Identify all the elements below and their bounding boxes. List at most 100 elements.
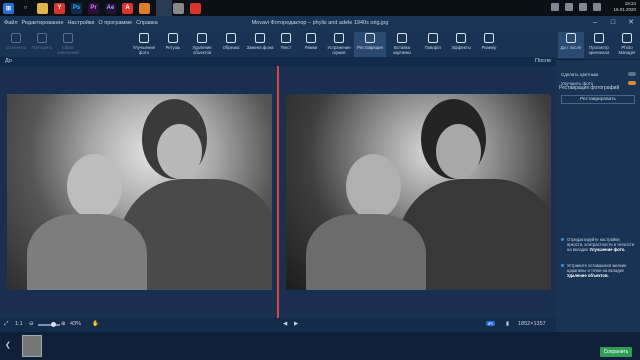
reset-label: Сброс изменений [57, 45, 79, 55]
after-label: После [534, 58, 551, 64]
keyboard-icon[interactable] [593, 3, 602, 11]
text-icon [281, 33, 291, 43]
before-after-label: До / после [560, 45, 582, 50]
view-original-label: Просмотр оригинала [588, 45, 610, 55]
crop-icon [226, 33, 236, 43]
before-label: До [5, 58, 12, 64]
colorize-label: Сделать цветным [561, 72, 599, 77]
tool-label: Вставка картинки [393, 45, 411, 55]
toolbar: Отменить Повторить Сброс изменений Улучш… [0, 30, 640, 60]
before-after-button[interactable]: До / после [558, 32, 584, 58]
after-effects-icon[interactable]: Ae [105, 2, 116, 14]
reset-button[interactable]: Сброс изменений [54, 32, 82, 58]
undo-label: Отменить [6, 45, 26, 50]
enhance-icon [139, 33, 149, 43]
tool-label: Рамки [304, 45, 318, 50]
zoom-slider-handle[interactable] [51, 322, 56, 327]
tip-enhance: Отредактируйте настройки яркости, контра… [561, 237, 635, 252]
image-thumbnail[interactable] [22, 335, 42, 357]
tool-restoration[interactable]: Реставрация [354, 32, 386, 58]
restoration-icon [365, 33, 375, 43]
tip-object-removal-link[interactable]: Удаление объектов. [567, 273, 609, 278]
resize-icon [484, 33, 494, 43]
save-button[interactable]: Сохранить [600, 347, 632, 357]
info-badge-icon[interactable]: iPI [486, 321, 495, 326]
background-icon [255, 33, 265, 43]
premiere-icon[interactable]: Pr [88, 2, 99, 14]
object-removal-icon [197, 33, 207, 43]
photo-manager-icon [622, 33, 632, 43]
tool-label: Поворот [424, 45, 442, 50]
tool-crop[interactable]: Обрезка [217, 32, 245, 58]
tool-label: Удаление объектов [192, 45, 212, 55]
view-original-button[interactable]: Просмотр оригинала [586, 32, 612, 58]
zoom-in-icon[interactable]: ⊕ [61, 321, 66, 327]
compare-label-bar: До После [0, 57, 556, 66]
unknown-app-icon[interactable] [173, 2, 184, 14]
zoom-slider[interactable] [38, 324, 60, 326]
actual-size-button[interactable]: 1:1 [15, 321, 23, 327]
image-canvas[interactable] [0, 66, 556, 318]
menu-bar: Файл Редактирование Настройки О программ… [0, 16, 640, 30]
acrobat-icon[interactable]: A [122, 2, 133, 14]
tool-retouch[interactable]: Ретушь [159, 32, 187, 58]
app-root: ⊞ ○ Y Ps Pr Ae A 19:24 16.01.2020 Файл Р… [0, 0, 640, 360]
filmstrip-prev-icon[interactable]: ❮ [5, 341, 11, 349]
redo-button[interactable]: Повторить [28, 32, 56, 58]
fit-screen-icon[interactable]: ⤢ [4, 321, 8, 328]
volume-icon[interactable] [579, 3, 588, 11]
woman-face [157, 124, 202, 179]
tool-background[interactable]: Замена фона [246, 32, 274, 58]
maximize-icon[interactable]: □ [604, 16, 622, 30]
colorize-toggle[interactable] [628, 72, 636, 76]
enhance-label: Улучшить фото [561, 81, 594, 86]
tool-frames[interactable]: Рамки [297, 32, 325, 58]
yandex-browser-icon[interactable]: Y [54, 2, 65, 14]
tool-enhance[interactable]: Улучшение фото [130, 32, 158, 58]
folder-icon[interactable] [37, 2, 48, 14]
denoise-icon [334, 33, 344, 43]
undo-button[interactable]: Отменить [2, 32, 30, 58]
movavi-photo-editor-icon[interactable] [190, 2, 201, 14]
zoom-out-icon[interactable]: ⊖ [29, 321, 34, 327]
tool-text[interactable]: Текст [272, 32, 300, 58]
close-icon[interactable]: ✕ [622, 16, 640, 30]
tool-denoise[interactable]: Устранение шумов [325, 32, 353, 58]
reset-icon [63, 33, 73, 43]
retouch-icon [168, 33, 178, 43]
tip-enhance-link[interactable]: Улучшение фото. [590, 247, 626, 252]
tool-rotate[interactable]: Поворот [419, 32, 447, 58]
tool-label: Обрезка [222, 45, 240, 50]
frames-icon [306, 33, 316, 43]
tool-resize[interactable]: Размер [475, 32, 503, 58]
before-photo [7, 94, 272, 290]
clock-date: 16.01.2020 [613, 7, 636, 12]
network-icon[interactable] [565, 3, 574, 11]
hand-tool-icon[interactable]: ✋ [92, 321, 99, 327]
windows-icon[interactable]: ⊞ [3, 2, 14, 14]
tool-effects[interactable]: Эффекты [447, 32, 475, 58]
enhance-toggle[interactable] [628, 81, 636, 85]
child-body [27, 214, 147, 290]
tool-insert-image[interactable]: Вставка картинки [388, 32, 416, 58]
photo-manager-button[interactable]: Photo Manager [614, 32, 640, 58]
clock[interactable]: 19:24 16.01.2020 [613, 1, 636, 13]
photoshop-icon[interactable]: Ps [71, 2, 82, 14]
redo-label: Повторить [31, 45, 53, 50]
taskbar: ⊞ ○ Y Ps Pr Ae A 19:24 16.01.2020 [0, 0, 640, 16]
tool-label: Эффекты [451, 45, 471, 50]
prev-image-icon[interactable]: ◀ [283, 321, 287, 327]
next-image-icon[interactable]: ▶ [294, 321, 298, 327]
minimize-icon[interactable]: – [586, 16, 604, 30]
tool-object-removal[interactable]: Удаление объектов [188, 32, 216, 58]
delete-icon[interactable]: ▮ [506, 321, 509, 327]
firefox-icon[interactable] [139, 2, 150, 14]
active-app-highlight [156, 0, 172, 16]
tool-label: Размер [481, 45, 497, 50]
before-after-icon [566, 33, 576, 43]
steam-icon[interactable] [551, 3, 560, 11]
compare-divider[interactable] [277, 66, 279, 318]
restore-button[interactable]: Реставрировать [561, 95, 635, 104]
window-title: Movavi Фоторедактор – phylis and adele 1… [251, 20, 389, 26]
search-icon[interactable]: ○ [20, 3, 31, 14]
